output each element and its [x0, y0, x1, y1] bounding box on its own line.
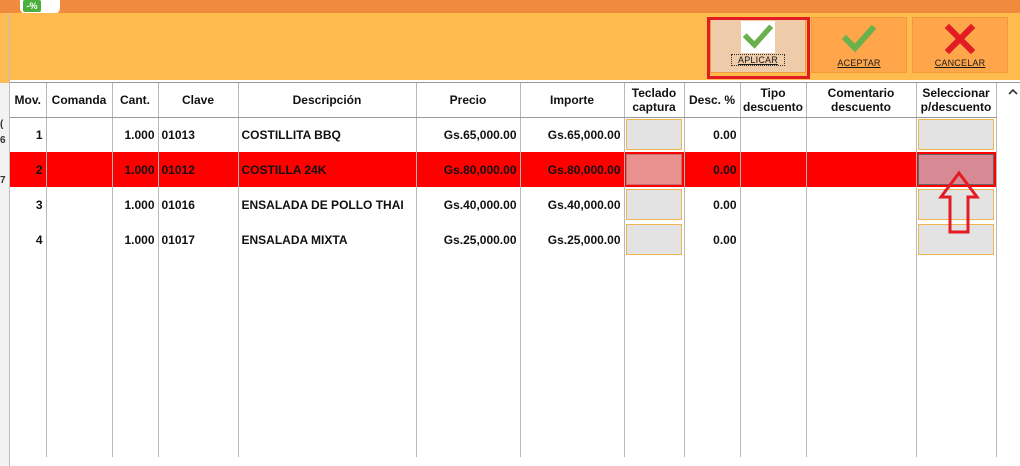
aplicar-button[interactable]: APLICAR — [710, 17, 806, 73]
background-window-sliver: ( 6 7 — [0, 13, 10, 466]
toolbar: APLICAR ACEPTAR CANCELAR — [10, 13, 1020, 80]
cell-desc-pct: 0.00 — [684, 152, 741, 187]
col-header-precio[interactable]: Precio — [416, 83, 521, 118]
discount-badge-icon: -% — [23, 0, 41, 12]
cell-comentario — [806, 222, 917, 257]
cancelar-button[interactable]: CANCELAR — [912, 17, 1008, 73]
cell-tipo — [740, 187, 807, 222]
cell-mov: 2 — [10, 152, 47, 187]
teclado-captura-button[interactable] — [626, 119, 682, 151]
sliver-char: 6 — [0, 135, 6, 146]
col-header-comanda[interactable]: Comanda — [46, 83, 113, 118]
cell-desc-pct: 0.00 — [684, 187, 741, 222]
cell-comentario — [806, 152, 917, 187]
cell-tipo — [740, 152, 807, 187]
items-grid: Mov. Comanda Cant. Clave Descripción Pre… — [10, 82, 1020, 466]
teclado-captura-button[interactable] — [626, 154, 682, 185]
cell-clave: 01012 — [158, 152, 239, 187]
aceptar-button[interactable]: ACEPTAR — [811, 17, 907, 73]
x-icon — [944, 23, 976, 55]
col-header-desc-pct[interactable]: Desc. % — [684, 83, 741, 118]
empty-grid-area — [10, 257, 997, 457]
cancelar-label: CANCELAR — [934, 58, 986, 68]
cell-importe: Gs.80,000.00 — [520, 152, 625, 187]
cell-mov: 4 — [10, 222, 47, 257]
seleccionar-descuento-button[interactable] — [918, 154, 994, 185]
col-header-tipo[interactable]: Tipo descuento — [740, 83, 807, 118]
cell-cant: 1.000 — [112, 152, 159, 187]
cell-tipo — [740, 117, 807, 152]
cell-desc-pct: 0.00 — [684, 117, 741, 152]
sliver-char: ( — [0, 119, 4, 130]
cell-descripcion: COSTILLITA BBQ — [238, 117, 417, 152]
cell-importe: Gs.65,000.00 — [520, 117, 625, 152]
cell-comanda — [46, 222, 113, 257]
table-header-row: Mov. Comanda Cant. Clave Descripción Pre… — [10, 83, 997, 118]
discount-logo: -% — [20, 0, 60, 14]
table-row[interactable]: 3 1.000 01016 ENSALADA DE POLLO THAI Gs.… — [10, 187, 997, 222]
cell-cant: 1.000 — [112, 117, 159, 152]
teclado-captura-button[interactable] — [626, 189, 682, 220]
cell-importe: Gs.40,000.00 — [520, 187, 625, 222]
seleccionar-descuento-button[interactable] — [918, 119, 994, 151]
cell-precio: Gs.80,000.00 — [416, 152, 521, 187]
check-icon — [842, 24, 876, 53]
cell-clave: 01017 — [158, 222, 239, 257]
cell-cant: 1.000 — [112, 187, 159, 222]
cell-mov: 1 — [10, 117, 47, 152]
cell-desc-pct: 0.00 — [684, 222, 741, 257]
cell-comentario — [806, 187, 917, 222]
sliver-char: 7 — [0, 175, 6, 186]
cell-comanda — [46, 152, 113, 187]
col-header-descripcion[interactable]: Descripción — [238, 83, 417, 118]
cell-descripcion: ENSALADA DE POLLO THAI — [238, 187, 417, 222]
scroll-up-button[interactable] — [1006, 83, 1020, 101]
chevron-up-icon — [1008, 88, 1018, 95]
cell-clave: 01016 — [158, 187, 239, 222]
aplicar-label: APLICAR — [731, 54, 785, 66]
aceptar-label: ACEPTAR — [837, 58, 881, 68]
col-header-teclado[interactable]: Teclado captura — [624, 83, 685, 118]
cell-importe: Gs.25,000.00 — [520, 222, 625, 257]
table-row[interactable]: 4 1.000 01017 ENSALADA MIXTA Gs.25,000.0… — [10, 222, 997, 257]
cell-comanda — [46, 117, 113, 152]
col-header-importe[interactable]: Importe — [520, 83, 625, 118]
cell-cant: 1.000 — [112, 222, 159, 257]
cell-precio: Gs.40,000.00 — [416, 187, 521, 222]
cell-clave: 01013 — [158, 117, 239, 152]
cell-comanda — [46, 187, 113, 222]
col-header-clave[interactable]: Clave — [158, 83, 239, 118]
col-header-seleccionar[interactable]: Seleccionar p/descuento — [916, 83, 997, 118]
cell-comentario — [806, 117, 917, 152]
col-header-mov[interactable]: Mov. — [10, 83, 47, 118]
title-strip: -% — [0, 0, 1020, 14]
check-icon — [743, 24, 773, 49]
teclado-captura-button[interactable] — [626, 224, 682, 255]
cell-tipo — [740, 222, 807, 257]
discount-window: -% ( 6 7 APLICAR ACEPTAR CANCELAR Mov. C… — [0, 0, 1020, 466]
cell-descripcion: COSTILLA 24K — [238, 152, 417, 187]
seleccionar-descuento-button[interactable] — [918, 189, 994, 220]
seleccionar-descuento-button[interactable] — [918, 224, 994, 255]
cell-precio: Gs.65,000.00 — [416, 117, 521, 152]
table-row[interactable]: 1 1.000 01013 COSTILLITA BBQ Gs.65,000.0… — [10, 117, 997, 152]
cell-precio: Gs.25,000.00 — [416, 222, 521, 257]
table-row-selected[interactable]: 2 1.000 01012 COSTILLA 24K Gs.80,000.00 … — [10, 152, 997, 187]
col-header-cant[interactable]: Cant. — [112, 83, 159, 118]
cell-descripcion: ENSALADA MIXTA — [238, 222, 417, 257]
items-table: Mov. Comanda Cant. Clave Descripción Pre… — [10, 83, 997, 457]
col-header-comentario[interactable]: Comentario descuento — [806, 83, 917, 118]
cell-mov: 3 — [10, 187, 47, 222]
